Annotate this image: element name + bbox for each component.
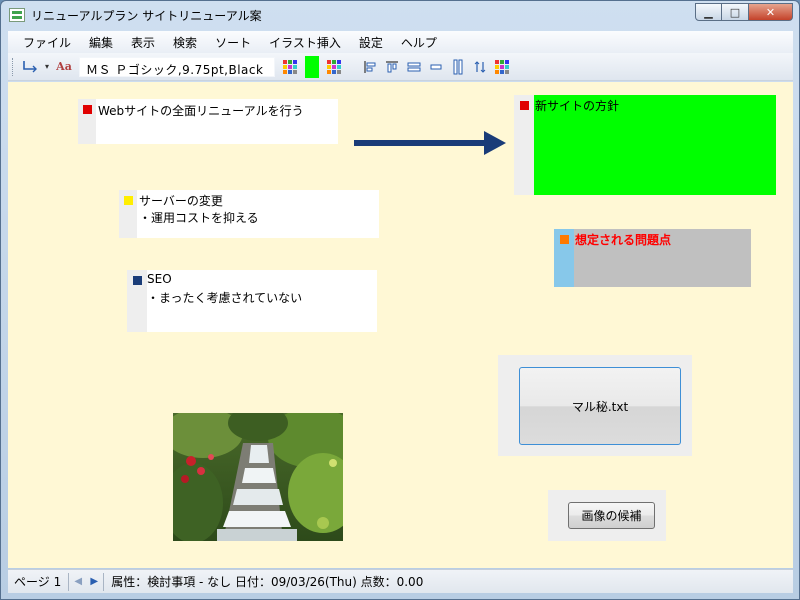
minimize-button[interactable]: ▁ <box>695 3 722 21</box>
font-icon[interactable]: Aa <box>55 58 73 76</box>
menu-sort[interactable]: ソート <box>206 34 260 51</box>
card-line-1: サーバーの変更 <box>139 194 223 208</box>
palette-icon-2[interactable] <box>325 58 343 76</box>
status-bar: ページ 1 ◀ ▶ 属性：検討事項 - なし 日付：09/03/26(Thu) … <box>8 569 793 593</box>
prev-page-icon[interactable]: ◀ <box>70 576 86 587</box>
fill-color-swatch[interactable] <box>305 55 319 78</box>
connector-icon[interactable] <box>21 58 39 76</box>
card-server-change[interactable]: サーバーの変更 ・運用コストを抑える <box>119 190 379 238</box>
app-window: リニューアルプラン サイトリニューアル案 ▁ □ ✕ ファイル 編集 表示 検索… <box>0 0 800 600</box>
navy-marker-icon <box>133 276 142 285</box>
card-text: 想定される問題点 <box>575 233 672 247</box>
menu-search[interactable]: 検索 <box>164 34 206 51</box>
status-divider <box>68 572 70 591</box>
toolbar-grip[interactable] <box>12 57 15 76</box>
dropdown-arrow-icon[interactable]: ▾ <box>43 58 51 76</box>
card-text: Webサイトの全面リニューアルを行う <box>98 104 304 118</box>
file-attachment-button[interactable]: マル秘.txt <box>519 367 681 445</box>
close-button[interactable]: ✕ <box>749 3 793 21</box>
yellow-marker-icon <box>124 196 133 205</box>
same-width-icon[interactable] <box>405 58 423 76</box>
minimize-icon: ▁ <box>704 5 713 19</box>
page-indicator: ページ 1 <box>14 575 62 589</box>
align-left-icon[interactable] <box>361 58 379 76</box>
card-gutter <box>514 95 534 195</box>
card-line-1: SEO <box>147 272 172 286</box>
waterfall-photo[interactable] <box>173 413 343 541</box>
item-info: 属性：検討事項 - なし 日付：09/03/26(Thu) 点数：0.00 <box>111 575 424 589</box>
card-seo[interactable]: SEO ・まったく考慮されていない <box>127 270 377 332</box>
card-line-2: ・運用コストを抑える <box>139 211 259 225</box>
palette-icon-3[interactable] <box>493 58 511 76</box>
card-new-site-policy[interactable]: 新サイトの方針 <box>514 95 776 195</box>
distribute-vertical-icon[interactable] <box>449 58 467 76</box>
image-candidates-button[interactable]: 画像の候補 <box>568 502 655 529</box>
status-divider <box>103 572 105 591</box>
orange-marker-icon <box>560 235 569 244</box>
font-selector[interactable]: ＭＳ Ｐゴシック,9.75pt,Black <box>79 56 275 77</box>
menu-settings[interactable]: 設定 <box>350 34 392 51</box>
next-page-icon[interactable]: ▶ <box>86 576 102 587</box>
card-site-renewal[interactable]: Webサイトの全面リニューアルを行う <box>78 99 338 144</box>
red-marker-icon <box>520 101 529 110</box>
align-top-icon[interactable] <box>383 58 401 76</box>
mindmap-canvas[interactable]: Webサイトの全面リニューアルを行う 新サイトの方針 サーバーの変更 ・運用コス… <box>8 82 793 568</box>
menu-view[interactable]: 表示 <box>122 34 164 51</box>
close-icon: ✕ <box>765 5 776 19</box>
arrow-connector[interactable] <box>354 130 508 156</box>
palette-icon[interactable] <box>281 58 299 76</box>
card-text: 新サイトの方針 <box>535 99 620 113</box>
maximize-icon: □ <box>729 5 741 19</box>
app-icon <box>9 8 25 22</box>
menu-bar: ファイル 編集 表示 検索 ソート イラスト挿入 設定 ヘルプ <box>8 31 793 53</box>
title-bar[interactable]: リニューアルプラン サイトリニューアル案 ▁ □ ✕ <box>1 1 799 29</box>
menu-file[interactable]: ファイル <box>14 34 80 51</box>
vertical-spacing-icon[interactable] <box>471 58 489 76</box>
card-expected-issues[interactable]: 想定される問題点 <box>554 229 751 287</box>
menu-edit[interactable]: 編集 <box>80 34 122 51</box>
red-marker-icon <box>83 105 92 114</box>
card-line-2: ・まったく考慮されていない <box>147 291 303 305</box>
maximize-button[interactable]: □ <box>722 3 749 21</box>
toolbar: ▾ Aa ＭＳ Ｐゴシック,9.75pt,Black <box>8 53 793 81</box>
window-controls: ▁ □ ✕ <box>695 3 793 21</box>
window-title: リニューアルプラン サイトリニューアル案 <box>31 9 262 23</box>
same-height-icon[interactable] <box>427 58 445 76</box>
menu-insert-illustration[interactable]: イラスト挿入 <box>260 34 350 51</box>
menu-help[interactable]: ヘルプ <box>392 34 446 51</box>
file-attachment-card: マル秘.txt <box>498 355 692 456</box>
image-candidates-card: 画像の候補 <box>548 490 666 541</box>
